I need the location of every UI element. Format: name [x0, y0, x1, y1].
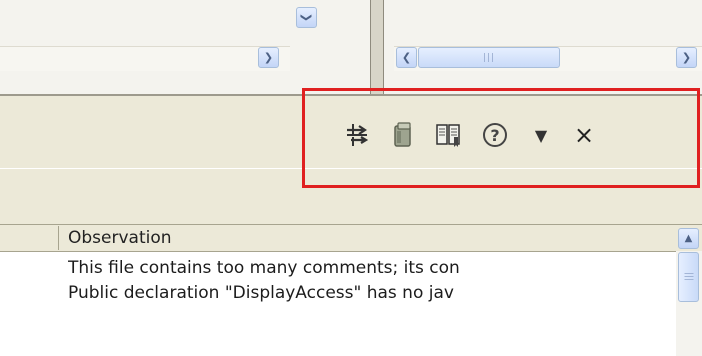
vertical-scroll-thumb[interactable]: |||	[678, 252, 699, 302]
scroll-right-button[interactable]: ❯	[258, 47, 279, 68]
left-horizontal-scrollbar[interactable]	[0, 46, 290, 71]
chevron-right-icon: ❯	[263, 51, 274, 64]
chevron-left-icon: ❮	[401, 51, 412, 64]
scroll-down-button[interactable]: ❯	[296, 7, 317, 28]
column-divider[interactable]	[58, 226, 59, 250]
highlight-annotation	[302, 88, 700, 188]
grip-icon: |||	[683, 272, 694, 282]
table-row[interactable]: This file contains too many comments; it…	[68, 258, 648, 278]
chevron-down-icon: ❯	[300, 12, 313, 23]
scroll-left-button[interactable]: ❮	[396, 47, 417, 68]
scroll-up-button[interactable]: ▲	[678, 228, 699, 249]
chevron-up-icon: ▲	[684, 233, 693, 244]
horizontal-scroll-thumb[interactable]: |||	[418, 47, 560, 68]
chevron-right-icon: ❯	[681, 51, 692, 64]
table-spacer	[0, 188, 702, 224]
scroll-right-button-2[interactable]: ❯	[676, 47, 697, 68]
pane-splitter[interactable]	[370, 0, 384, 94]
column-header-observation[interactable]: Observation	[68, 228, 172, 248]
table-row[interactable]: Public declaration "DisplayAccess" has n…	[68, 283, 648, 303]
grip-icon: |||	[482, 52, 496, 63]
